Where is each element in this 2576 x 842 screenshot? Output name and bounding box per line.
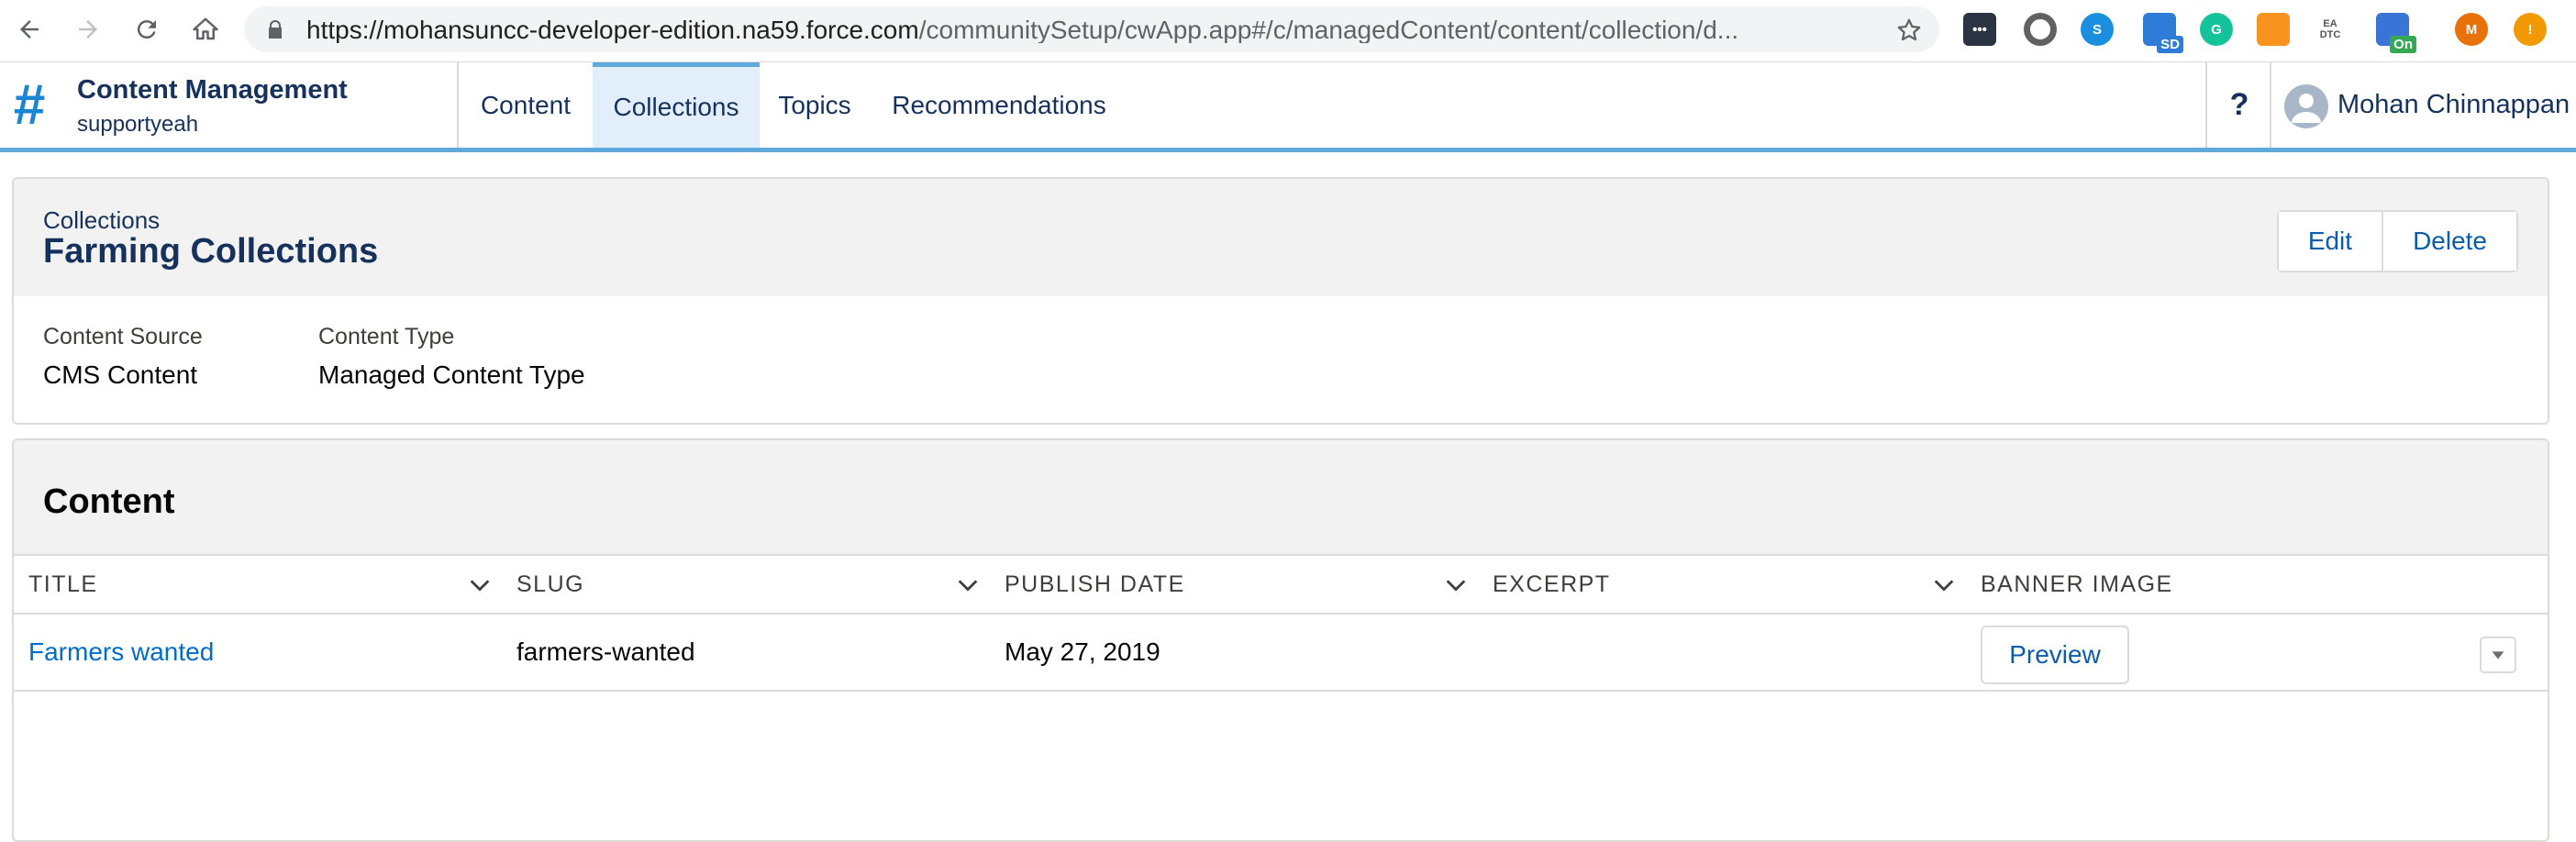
delete-button[interactable]: Delete (2382, 212, 2516, 271)
back-button[interactable] (9, 9, 50, 50)
alert-icon[interactable]: ! (2514, 13, 2547, 46)
chevron-down-icon[interactable] (467, 572, 493, 598)
home-icon (193, 17, 218, 40)
reload-button[interactable] (127, 9, 167, 50)
divider (2270, 62, 2271, 148)
tab-topics[interactable]: Topics (760, 62, 870, 148)
arrow-left-icon (20, 20, 39, 39)
extension-badge: On (2390, 36, 2416, 53)
user-name[interactable]: Mohan Chinnappan (2337, 90, 2570, 120)
reload-icon (137, 20, 156, 39)
community-hash-icon: # (13, 73, 45, 137)
dashlane-icon[interactable]: ••• (1963, 13, 1996, 46)
app-title: Content Management (77, 75, 348, 105)
extension-badge: SD (2157, 36, 2183, 53)
help-button[interactable]: ? (2207, 62, 2271, 148)
section-title: Content (43, 482, 175, 521)
app-subtitle: supportyeah (77, 112, 199, 137)
ea-dtc-icon[interactable]: EA DTC (2314, 13, 2347, 46)
breadcrumb[interactable]: Collections (43, 206, 160, 235)
caret-down-icon (2492, 651, 2504, 659)
cloud-sd-icon[interactable]: SD (2143, 13, 2183, 53)
row-publish-date: May 27, 2019 (1005, 637, 1160, 666)
arrow-right-icon (79, 20, 97, 39)
tab-content[interactable]: Content (459, 62, 593, 148)
chevron-down-icon[interactable] (1931, 572, 1957, 598)
column-header-title[interactable]: TITLE (28, 556, 98, 613)
content-card: Content TITLE SLUG PUBLISH DATE EXCERPT … (12, 438, 2549, 842)
page-title: Farming Collections (43, 232, 379, 271)
url-path: /communitySetup/cwApp.app#/c/managedCont… (918, 17, 1739, 43)
orange-ext-icon[interactable] (2257, 13, 2290, 46)
tab-collections[interactable]: Collections (593, 62, 760, 148)
content-header: Content (14, 440, 2548, 554)
table-header: TITLE SLUG PUBLISH DATE EXCERPT BANNER I… (14, 554, 2548, 615)
app-header: # Content Management supportyeah Content… (0, 62, 2576, 152)
url-text: https://mohansuncc-developer-edition.na5… (306, 17, 1857, 43)
column-header-slug[interactable]: SLUG (516, 556, 584, 613)
column-header-excerpt[interactable]: EXCERPT (1493, 556, 1611, 613)
on-ext-icon[interactable]: On (2376, 13, 2416, 53)
content-source-label: Content Source (43, 324, 203, 349)
content-type-label: Content Type (318, 324, 455, 349)
address-bar[interactable]: https://mohansuncc-developer-edition.na5… (244, 6, 1939, 52)
content-source-value: CMS Content (43, 360, 198, 389)
chevron-down-icon[interactable] (1443, 572, 1469, 598)
avatar[interactable] (2284, 84, 2328, 128)
tab-recommendations[interactable]: Recommendations (870, 62, 1128, 148)
edit-button[interactable]: Edit (2278, 212, 2382, 271)
bookmark-star-icon[interactable] (1895, 17, 1923, 44)
content-type-value: Managed Content Type (318, 360, 585, 389)
url-host: https://mohansuncc-developer-edition.na5… (306, 17, 919, 43)
record-actions: Edit Delete (2276, 210, 2518, 272)
preview-button[interactable]: Preview (1981, 626, 2129, 684)
table-row: Farmers wanted farmers-wanted May 27, 20… (14, 615, 2548, 692)
row-actions-button[interactable] (2480, 637, 2516, 673)
browser-toolbar: https://mohansuncc-developer-edition.na5… (0, 0, 2576, 62)
profile-icon[interactable]: M (2455, 13, 2488, 46)
circle-icon[interactable] (2024, 13, 2057, 46)
column-header-banner-image[interactable]: BANNER IMAGE (1981, 556, 2173, 613)
record-card: Collections Farming Collections Edit Del… (12, 177, 2549, 425)
chevron-down-icon[interactable] (955, 572, 981, 598)
row-title-link[interactable]: Farmers wanted (28, 615, 214, 690)
column-header-publish-date[interactable]: PUBLISH DATE (1005, 556, 1185, 613)
grammarly-icon[interactable]: G (2200, 13, 2233, 46)
home-button[interactable] (185, 9, 226, 50)
record-header: Collections Farming Collections Edit Del… (14, 179, 2548, 296)
row-slug: farmers-wanted (516, 637, 695, 666)
user-icon (2292, 94, 2321, 123)
forward-button[interactable] (68, 9, 108, 50)
skype-icon[interactable]: S (2081, 13, 2114, 46)
lock-icon (269, 20, 282, 39)
